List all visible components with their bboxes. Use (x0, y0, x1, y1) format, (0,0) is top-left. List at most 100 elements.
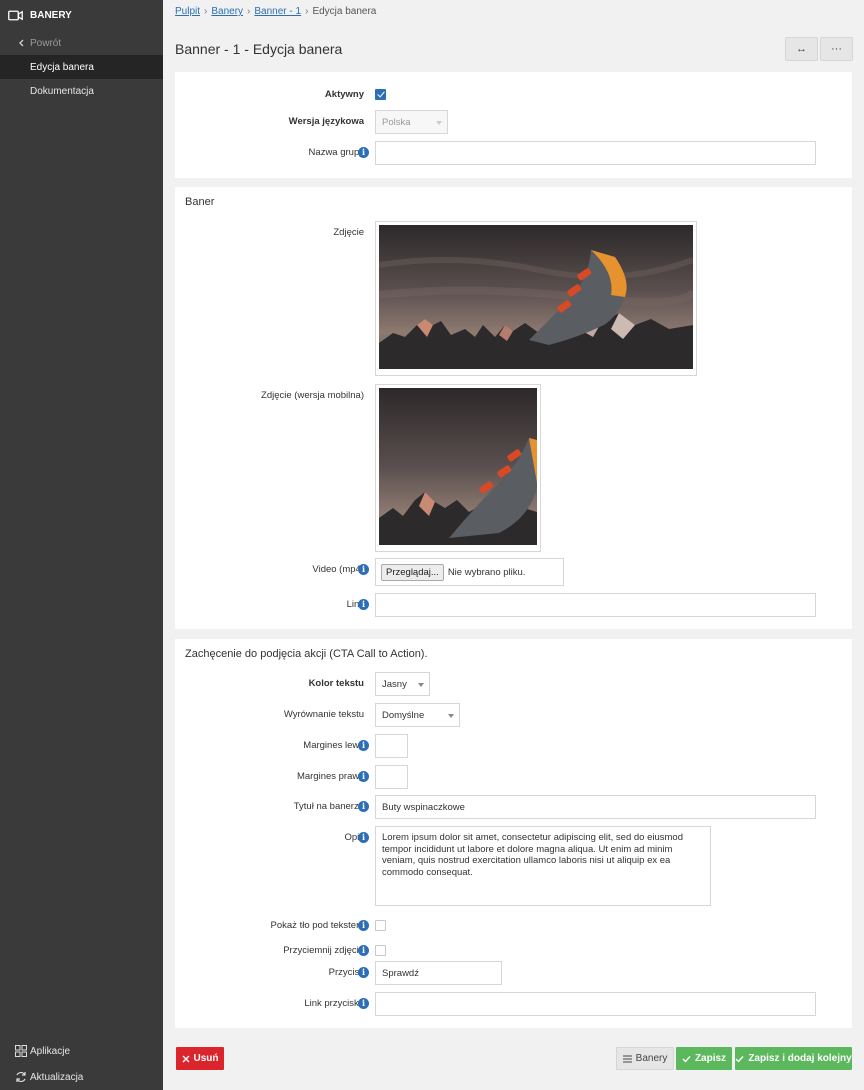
sidebar-bottom: Aplikacje Aktualizacja (0, 1038, 163, 1090)
caret-down-icon (436, 121, 442, 125)
save-label: Zapisz (694, 1053, 727, 1064)
save-and-add-button[interactable]: Zapisz i dodaj kolejny (735, 1047, 852, 1070)
photo-label: Zdjęcie (333, 227, 364, 238)
sidebar: BANERY Powrót Edycja banera Dokumentacja… (0, 0, 163, 1090)
check-icon (735, 1055, 744, 1063)
align-select[interactable]: Domyślne (375, 703, 460, 727)
photo-mobile-row: Zdjęcie (wersja mobilna) (175, 384, 852, 552)
general-panel: Aktywny Wersja językowa Polska Nazwa gru… (175, 72, 852, 178)
breadcrumb-link-banner[interactable]: Banner - 1 (254, 6, 301, 17)
link-row: Link i (175, 593, 852, 617)
breadcrumb-link-dashboard[interactable]: Pulpit (175, 6, 200, 17)
dim-photo-checkbox[interactable] (375, 945, 386, 956)
back-label: Powrót (30, 37, 62, 49)
check-icon (682, 1055, 691, 1063)
video-file-input[interactable]: Przeglądaj... Nie wybrano pliku. (375, 558, 564, 586)
group-input[interactable] (375, 141, 816, 165)
language-label: Wersja językowa (288, 116, 364, 127)
sidebar-item-label: Dokumentacja (30, 85, 94, 97)
text-color-select[interactable]: Jasny (375, 672, 430, 696)
sidebar-item-label: Edycja banera (30, 61, 94, 73)
button-text-input[interactable]: Sprawdź (375, 961, 502, 985)
text-color-value: Jasny (382, 679, 407, 690)
margin-left-row: Margines lewy i (175, 734, 852, 758)
active-label: Aktywny (324, 89, 364, 100)
info-icon[interactable]: i (358, 599, 369, 610)
cta-section-title: Zachęcenie do podjęcia akcji (CTA Call t… (185, 648, 428, 660)
show-bg-label: Pokaż tło pod tekstem (270, 920, 364, 931)
align-row: Wyrównanie tekstu Domyślne (175, 703, 852, 727)
banner-photo-image (378, 225, 697, 369)
button-link-row: Link przycisku i (175, 992, 852, 1016)
sidebar-item-apps[interactable]: Aplikacje (0, 1038, 163, 1064)
back-link[interactable]: Powrót (0, 31, 163, 55)
group-row: Nazwa grupy i (175, 141, 852, 165)
language-value: Polska (382, 117, 411, 128)
info-icon[interactable]: i (358, 564, 369, 575)
save-and-add-label: Zapisz i dodaj kolejny (748, 1053, 852, 1064)
app-title: BANERY (30, 10, 72, 21)
active-checkbox[interactable] (375, 89, 386, 100)
banners-list-label: Banery (635, 1053, 668, 1064)
text-color-label: Kolor tekstu (308, 678, 364, 689)
info-icon[interactable]: i (358, 920, 369, 931)
info-icon[interactable]: i (358, 945, 369, 956)
margin-right-label: Margines prawy (296, 771, 364, 782)
title-row: Tytuł na banerze i Buty wspinaczkowe (175, 795, 852, 819)
breadcrumb-separator: › (204, 6, 208, 17)
banners-list-button[interactable]: Banery (616, 1047, 674, 1070)
breadcrumb-link-banners[interactable]: Banery (211, 6, 243, 17)
text-color-row: Kolor tekstu Jasny (175, 672, 852, 696)
info-icon[interactable]: i (358, 801, 369, 812)
expand-button[interactable]: ↔ (785, 37, 818, 61)
sidebar-header: BANERY (0, 0, 163, 31)
banner-section-title: Baner (185, 196, 215, 208)
description-row: Opis i Lorem ipsum dolor sit amet, conse… (175, 826, 852, 906)
button-link-label: Link przycisku (304, 998, 364, 1009)
align-label: Wyrównanie tekstu (283, 709, 364, 720)
info-icon[interactable]: i (358, 832, 369, 843)
dim-photo-label: Przyciemnij zdjęcie (283, 945, 364, 956)
info-icon[interactable]: i (358, 967, 369, 978)
delete-button[interactable]: Usuń (176, 1047, 224, 1070)
link-input[interactable] (375, 593, 816, 617)
delete-label: Usuń (193, 1053, 219, 1064)
video-camera-icon (8, 10, 23, 21)
video-row: Video (mp4) i Przeglądaj... Nie wybrano … (175, 558, 852, 586)
sidebar-item-update[interactable]: Aktualizacja (0, 1064, 163, 1090)
more-options-button[interactable]: ··· (820, 37, 853, 61)
browse-button[interactable]: Przeglądaj... (381, 563, 444, 581)
photo-row: Zdjęcie (175, 221, 852, 376)
show-bg-checkbox[interactable] (375, 920, 386, 931)
info-icon[interactable]: i (358, 771, 369, 782)
page-title: Banner - 1 - Edycja banera (175, 41, 343, 57)
sidebar-item-documentation[interactable]: Dokumentacja (0, 79, 163, 103)
breadcrumb: Pulpit › Banery › Banner - 1 › Edycja ba… (175, 6, 376, 17)
caret-down-icon (448, 714, 454, 718)
active-row: Aktywny (175, 83, 852, 107)
description-textarea[interactable]: Lorem ipsum dolor sit amet, consectetur … (375, 826, 711, 906)
margin-left-input[interactable] (375, 734, 408, 758)
main-content: Pulpit › Banery › Banner - 1 › Edycja ba… (163, 0, 864, 1090)
margin-right-input[interactable] (375, 765, 408, 789)
language-select[interactable]: Polska (375, 110, 448, 134)
sidebar-item-edit-banner[interactable]: Edycja banera (0, 55, 163, 79)
title-input[interactable]: Buty wspinaczkowe (375, 795, 816, 819)
video-label: Video (mp4) (312, 564, 364, 575)
group-label: Nazwa grupy (308, 147, 364, 158)
photo-mobile-preview[interactable] (375, 384, 541, 552)
margin-right-row: Margines prawy i (175, 765, 852, 789)
info-icon[interactable]: i (358, 998, 369, 1009)
refresh-icon (16, 1071, 26, 1083)
info-icon[interactable]: i (358, 740, 369, 751)
save-button[interactable]: Zapisz (676, 1047, 732, 1070)
breadcrumb-separator: › (305, 6, 309, 17)
caret-down-icon (418, 683, 424, 687)
info-icon[interactable]: i (358, 147, 369, 158)
photo-preview[interactable] (375, 221, 697, 376)
align-value: Domyślne (382, 710, 425, 721)
more-dots-icon: ··· (831, 43, 842, 55)
sidebar-item-label: Aktualizacja (30, 1071, 84, 1083)
button-link-input[interactable] (375, 992, 816, 1016)
sidebar-item-label: Aplikacje (30, 1045, 71, 1057)
